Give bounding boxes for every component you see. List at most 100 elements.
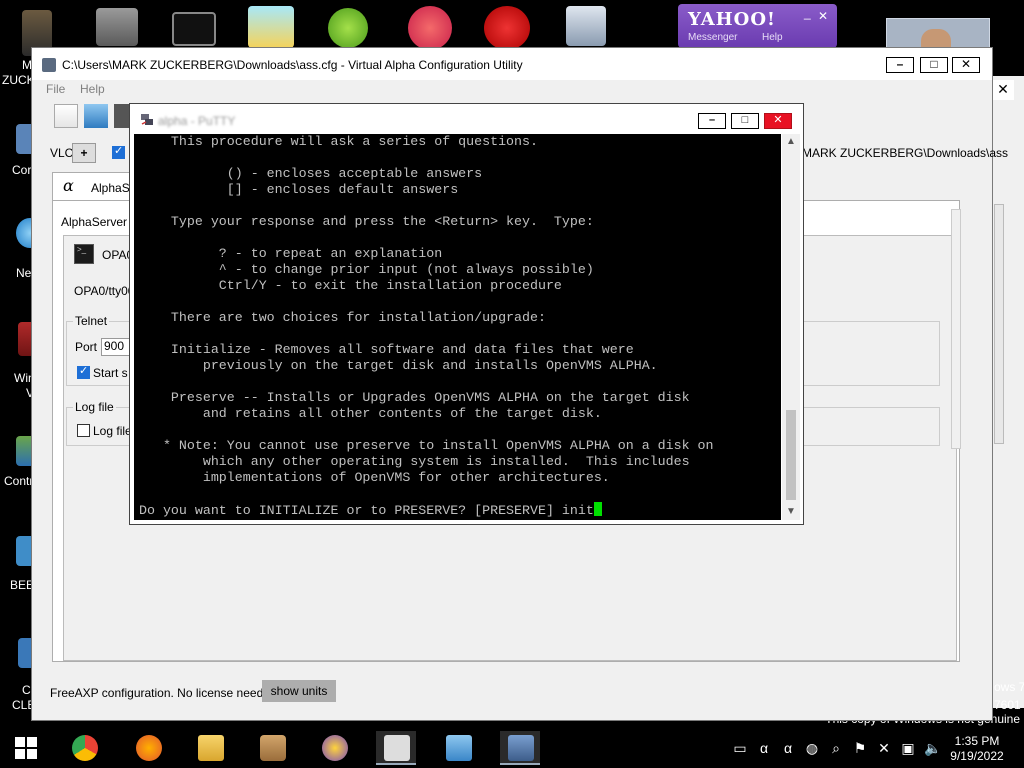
- yahoo-close-button[interactable]: ✕: [818, 9, 828, 23]
- scroll-down-icon[interactable]: ▼: [782, 504, 800, 520]
- scroll-up-icon[interactable]: ▲: [782, 134, 800, 150]
- terminal-output: This procedure will ask a series of ques…: [139, 134, 714, 518]
- desktop-icon-outlook[interactable]: [244, 0, 300, 52]
- taskbar-explorer[interactable]: [190, 731, 230, 765]
- open-folder-icon[interactable]: [84, 104, 108, 128]
- taskbar-chrome[interactable]: [64, 731, 104, 765]
- tray-alpha-icon-2[interactable]: α: [780, 740, 796, 756]
- windows-logo-icon: [15, 737, 37, 759]
- close-button[interactable]: ✕: [952, 57, 980, 73]
- vm-label: VLC: [50, 146, 74, 160]
- telnet-legend: Telnet: [75, 314, 108, 328]
- config-titlebar[interactable]: C:\Users\MARK ZUCKERBERG\Downloads\ass.c…: [32, 48, 992, 80]
- logfile-checkbox[interactable]: [77, 424, 90, 437]
- desktop-label-contr: Contr: [4, 474, 34, 488]
- alpha-icon: α: [63, 176, 74, 195]
- putty-window[interactable]: alpha - PuTTY – □ ✕ This procedure will …: [129, 103, 804, 525]
- putty-close-button[interactable]: ✕: [764, 113, 792, 129]
- desktop-icon-angry-birds[interactable]: [322, 0, 378, 52]
- right-scrollbar[interactable]: [951, 209, 961, 449]
- logfile-legend: Log file: [75, 400, 114, 414]
- cmd-icon: [172, 12, 216, 46]
- terminal-icon: >_: [74, 244, 94, 264]
- tray-network-icon[interactable]: ▣: [900, 740, 916, 756]
- taskbar-alpha-config[interactable]: [376, 731, 416, 765]
- paint-icon: [260, 735, 286, 761]
- menu-help[interactable]: Help: [80, 82, 105, 96]
- config-utility-icon: [384, 735, 410, 761]
- putty-icon: [508, 735, 534, 761]
- desktop-icon-picsart[interactable]: [402, 0, 458, 52]
- logfile-label: Log file: [93, 424, 132, 438]
- desktop-label-zuck: ZUCK: [2, 73, 35, 87]
- start-checkbox[interactable]: [77, 364, 90, 379]
- windows-version-line-1: ows 7: [994, 680, 1024, 694]
- putty-maximize-button[interactable]: □: [731, 113, 759, 129]
- status-text: FreeAXP configuration. No license needed…: [50, 686, 280, 700]
- picsart-icon: [408, 6, 452, 50]
- tray-search-icon[interactable]: ⌕: [828, 740, 844, 756]
- tray-action-center-icon[interactable]: ✕: [876, 740, 892, 756]
- tray-volume-icon[interactable]: 🔈: [924, 740, 941, 756]
- tray-alpha-icon[interactable]: α: [756, 740, 772, 756]
- desktop-icon-scanner[interactable]: [92, 0, 148, 52]
- port-input[interactable]: 900: [101, 338, 131, 356]
- taskbar-putty[interactable]: [500, 731, 540, 765]
- desktop-icon-dev-cpp[interactable]: [478, 0, 534, 52]
- desktop-icon-pc[interactable]: [560, 0, 616, 52]
- show-units-button[interactable]: show units: [262, 680, 336, 702]
- window-title: C:\Users\MARK ZUCKERBERG\Downloads\ass.c…: [62, 58, 523, 72]
- yahoo-messenger-label: Messenger: [688, 32, 738, 43]
- tray-network-globe-icon[interactable]: ◍: [804, 740, 820, 756]
- scanner-icon: [96, 8, 138, 46]
- close-icon[interactable]: ✕: [992, 80, 1014, 100]
- tray-notes-icon[interactable]: ▭: [732, 740, 748, 756]
- putty-titlebar[interactable]: alpha - PuTTY – □ ✕: [130, 104, 803, 134]
- chrome-icon: [72, 735, 98, 761]
- app-icon: [42, 58, 56, 72]
- yahoo-icon: [322, 735, 348, 761]
- folder-icon: [198, 735, 224, 761]
- firefox-icon: [136, 735, 162, 761]
- yahoo-messenger-widget[interactable]: YAHOO! Messenger Help _ ✕: [678, 4, 837, 48]
- taskbar-paint[interactable]: [252, 731, 292, 765]
- taskbar-firefox[interactable]: [128, 731, 168, 765]
- yahoo-minimize-button[interactable]: _: [804, 6, 811, 20]
- minimize-button[interactable]: –: [886, 57, 914, 73]
- status-bar: FreeAXP configuration. No license needed…: [32, 676, 992, 706]
- taskbar: ▭ α α ◍ ⌕ ⚑ ✕ ▣ 🔈 1:35 PM 9/19/2022: [0, 728, 1024, 768]
- config-path: MARK ZUCKERBERG\Downloads\ass: [802, 146, 1009, 160]
- maximize-button[interactable]: □: [920, 57, 948, 73]
- taskbar-yahoo[interactable]: [314, 731, 354, 765]
- putty-minimize-button[interactable]: –: [698, 113, 726, 129]
- putty-title: alpha - PuTTY: [158, 114, 236, 128]
- dev-cpp-icon: [484, 6, 530, 50]
- desktop-label-ne: Ne: [16, 266, 32, 280]
- monitor-graph-icon: [446, 735, 472, 761]
- new-file-icon[interactable]: [54, 104, 78, 128]
- add-vm-button[interactable]: +: [72, 143, 96, 163]
- tab-alphaserver[interactable]: α AlphaSe: [52, 172, 136, 200]
- tray-flag-icon[interactable]: ⚑: [852, 740, 868, 756]
- terminal-scrollbar[interactable]: ▲ ▼: [782, 134, 800, 520]
- start-label: Start s: [93, 366, 128, 380]
- yahoo-help-link[interactable]: Help: [762, 32, 783, 43]
- port-label: Port: [75, 340, 98, 354]
- background-scrollbar[interactable]: [994, 204, 1004, 444]
- terminal-cursor: [593, 502, 602, 516]
- taskbar-clock[interactable]: 1:35 PM 9/19/2022: [948, 734, 1006, 764]
- scroll-thumb[interactable]: [786, 410, 796, 500]
- start-button[interactable]: [6, 731, 46, 765]
- clock-date: 9/19/2022: [950, 749, 1004, 763]
- desktop-icon-cmd[interactable]: [166, 0, 222, 52]
- taskbar-perf-monitor[interactable]: [438, 731, 478, 765]
- pc-icon: [566, 6, 606, 46]
- vm-checkbox[interactable]: [112, 144, 125, 159]
- clock-time: 1:35 PM: [954, 734, 1000, 748]
- terminal-screen[interactable]: This procedure will ask a series of ques…: [134, 134, 781, 520]
- angry-birds-icon: [328, 8, 368, 48]
- outlook-icon: [248, 6, 294, 48]
- yahoo-logo: YAHOO!: [688, 9, 776, 30]
- menu-file[interactable]: File: [46, 82, 65, 96]
- desktop-label-cor: Cor: [12, 163, 32, 177]
